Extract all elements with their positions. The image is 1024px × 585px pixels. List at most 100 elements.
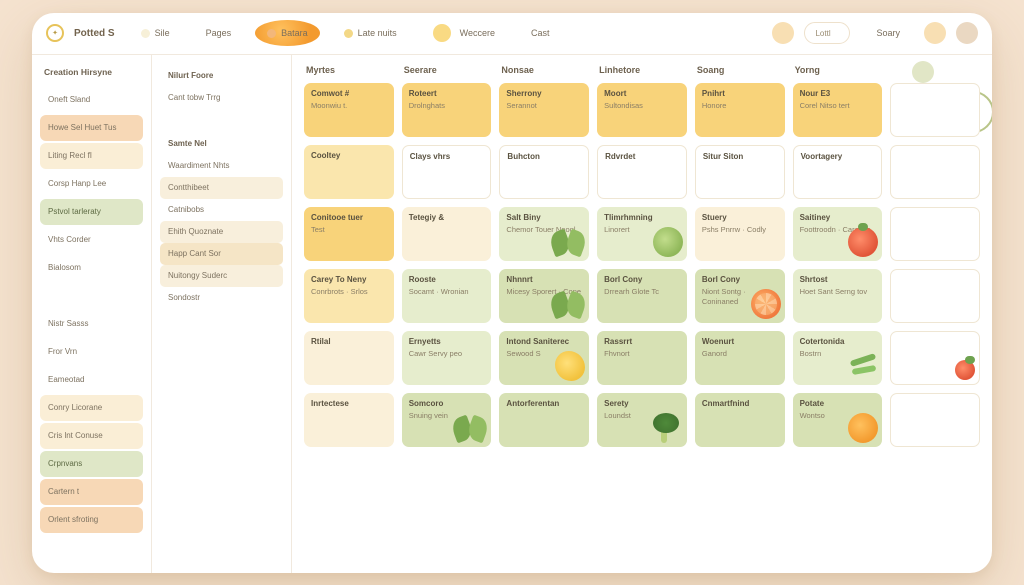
sidebar-item[interactable]: Bialosom bbox=[40, 255, 143, 281]
sidebar-subitem[interactable]: Contthibeet bbox=[160, 177, 283, 199]
sidebar-subitem[interactable]: Cant tobw Trrg bbox=[160, 87, 283, 109]
meal-card-sub: Sultondisas bbox=[604, 101, 680, 111]
meal-card[interactable] bbox=[890, 83, 980, 137]
meal-card[interactable]: Clays vhrs bbox=[402, 145, 492, 199]
meal-card-title: Cotertonida bbox=[800, 337, 876, 348]
sidebar-item[interactable]: Conry Licorane bbox=[40, 395, 143, 421]
meal-card[interactable]: Borl ConyNiont Sontg · Coninaned bbox=[695, 269, 785, 323]
meal-card[interactable]: Intond SaniterecSewood S bbox=[499, 331, 589, 385]
sidebar-subitem[interactable]: Nuitongy Suderc bbox=[160, 265, 283, 287]
sidebar-subitem[interactable]: Catnibobs bbox=[160, 199, 283, 221]
meal-card-title: Potate bbox=[800, 399, 876, 410]
meal-card-title: Conitooe tuer bbox=[311, 213, 387, 224]
meal-card[interactable]: SeretyLoundst bbox=[597, 393, 687, 447]
meal-card-sub: Honore bbox=[702, 101, 778, 111]
sidebar-item[interactable] bbox=[40, 283, 143, 309]
tab-sile[interactable]: Sile bbox=[129, 20, 182, 46]
meal-card-title: Serety bbox=[604, 399, 680, 410]
sidebar-item[interactable]: Orlent sfroting bbox=[40, 507, 143, 533]
sidebar-item[interactable]: Cris lnt Conuse bbox=[40, 423, 143, 449]
top-header: ✦ Potted S Sile Pages Batara Late nuits … bbox=[32, 13, 992, 55]
sidebar-item[interactable]: Cartern t bbox=[40, 479, 143, 505]
meal-card[interactable] bbox=[890, 393, 980, 447]
meal-card[interactable]: NhnnrtMicesy Sporert · Cone bbox=[499, 269, 589, 323]
sidebar-item[interactable]: Crpnvans bbox=[40, 451, 143, 477]
meal-card-title: Carey To Neny bbox=[311, 275, 387, 286]
meal-card[interactable]: Voortagery bbox=[793, 145, 883, 199]
tab-batara[interactable]: Batara bbox=[255, 20, 320, 46]
sidebar-item[interactable]: Corsp Hanp Lee bbox=[40, 171, 143, 197]
meal-card[interactable]: Antorferentan bbox=[499, 393, 589, 447]
meal-card[interactable]: Borl ConyDrrearh Glote Tc bbox=[597, 269, 687, 323]
meal-card[interactable]: StueryPshs Pnrrw · Codly bbox=[695, 207, 785, 261]
meal-card[interactable]: Comwot #Moonwiu t. bbox=[304, 83, 394, 137]
sidebar-item[interactable]: Vhts Corder bbox=[40, 227, 143, 253]
meal-card[interactable]: ShrtostHoet Sant Serng tov bbox=[793, 269, 883, 323]
meal-card[interactable]: Nour E3Corel Nitso tert bbox=[793, 83, 883, 137]
orange-icon bbox=[848, 413, 878, 443]
meal-card[interactable]: WoenurtGanord bbox=[695, 331, 785, 385]
meal-card[interactable]: Tetegiy & bbox=[402, 207, 492, 261]
header-accent-circle[interactable] bbox=[924, 22, 946, 44]
meal-card[interactable]: RassrrtFhvnort bbox=[597, 331, 687, 385]
meal-card-title: Ernyetts bbox=[409, 337, 485, 348]
sidebar-subitem[interactable]: Sondostr bbox=[160, 287, 283, 309]
tab-cast[interactable]: Cast bbox=[519, 20, 562, 46]
meal-card[interactable]: Salt BinyChemor Touer Noogl bbox=[499, 207, 589, 261]
meal-card-sub: Moonwiu t. bbox=[311, 101, 387, 111]
meal-card[interactable]: Rdvrdet bbox=[597, 145, 687, 199]
sidebar-subitem[interactable]: Ehith Quoznate bbox=[160, 221, 283, 243]
tab-weccere[interactable]: Weccere bbox=[421, 20, 507, 46]
meal-card[interactable]: MoortSultondisas bbox=[597, 83, 687, 137]
tab-latenuits[interactable]: Late nuits bbox=[332, 20, 409, 46]
sidebar-item[interactable]: Pstvol tarleraty bbox=[40, 199, 143, 225]
leafy-icon bbox=[453, 417, 487, 443]
user-avatar[interactable] bbox=[956, 22, 978, 44]
meal-card[interactable]: RoosteSocamt · Wronian bbox=[402, 269, 492, 323]
meal-card[interactable]: Inrtectese bbox=[304, 393, 394, 447]
meal-card[interactable] bbox=[890, 145, 980, 199]
meal-card[interactable]: SherronySerannot bbox=[499, 83, 589, 137]
meal-card[interactable]: CotertonidaBostrn bbox=[793, 331, 883, 385]
beans-icon bbox=[848, 351, 878, 381]
meal-card-sub: Test bbox=[311, 225, 387, 235]
tab-story[interactable]: Soary bbox=[864, 20, 912, 46]
meal-card[interactable]: Cnmartfnind bbox=[695, 393, 785, 447]
meal-card[interactable]: SomcoroSnuing vein bbox=[402, 393, 492, 447]
meal-card[interactable]: Situr Siton bbox=[695, 145, 785, 199]
app-name: Potted S bbox=[74, 28, 115, 39]
sidebar-subitem[interactable]: Happ Cant Sor bbox=[160, 243, 283, 265]
sidebar-item[interactable]: Eameotad bbox=[40, 367, 143, 393]
sidebar-item[interactable]: Oneft Sland bbox=[40, 87, 143, 113]
meal-card[interactable]: Carey To NenyConrbrots · Srlos bbox=[304, 269, 394, 323]
meal-card[interactable]: PnihrtHonore bbox=[695, 83, 785, 137]
meal-card[interactable]: TlimrhmningLinorert bbox=[597, 207, 687, 261]
meal-card[interactable] bbox=[890, 269, 980, 323]
meal-card[interactable]: Cooltey bbox=[304, 145, 394, 199]
sidebar-secondary: Nilurt FooreCant tobw TrrgSamte NelWaard… bbox=[152, 55, 292, 573]
meal-card[interactable]: ErnyettsCawr Servy peo bbox=[402, 331, 492, 385]
header-olive-circle[interactable] bbox=[912, 61, 934, 83]
meal-card[interactable]: RoteertDrolnghats bbox=[402, 83, 492, 137]
sidebar-subitem[interactable]: Waardiment Nhts bbox=[160, 155, 283, 177]
meal-card[interactable]: Conitooe tuerTest bbox=[304, 207, 394, 261]
meal-card-title: Moort bbox=[604, 89, 680, 100]
tab-pages[interactable]: Pages bbox=[194, 20, 244, 46]
meal-card[interactable] bbox=[890, 207, 980, 261]
meal-card-sub: Pshs Pnrrw · Codly bbox=[702, 225, 778, 235]
meal-card-title: Rassrrt bbox=[604, 337, 680, 348]
sidebar-item[interactable]: Nistr Sasss bbox=[40, 311, 143, 337]
meal-card[interactable] bbox=[890, 331, 980, 385]
meal-card-title: Pnihrt bbox=[702, 89, 778, 100]
sidebar-item[interactable]: Howe Sel Huet Tus bbox=[40, 115, 143, 141]
sidebar-primary: Creation Hirsyne Oneft SlandHowe Sel Hue… bbox=[32, 55, 152, 573]
meal-card[interactable]: Rtilal bbox=[304, 331, 394, 385]
meal-card[interactable]: Buhcton bbox=[499, 145, 589, 199]
leafy-icon bbox=[551, 231, 585, 257]
sidebar-item[interactable]: Liting Recl fI bbox=[40, 143, 143, 169]
header-bubble-icon[interactable] bbox=[772, 22, 794, 44]
sidebar-item[interactable]: Fror Vrn bbox=[40, 339, 143, 365]
meal-card[interactable]: PotateWontso bbox=[793, 393, 883, 447]
header-chip[interactable]: Lottl bbox=[804, 22, 850, 44]
meal-card[interactable]: SaitineyFoottroodn · Carense bbox=[793, 207, 883, 261]
